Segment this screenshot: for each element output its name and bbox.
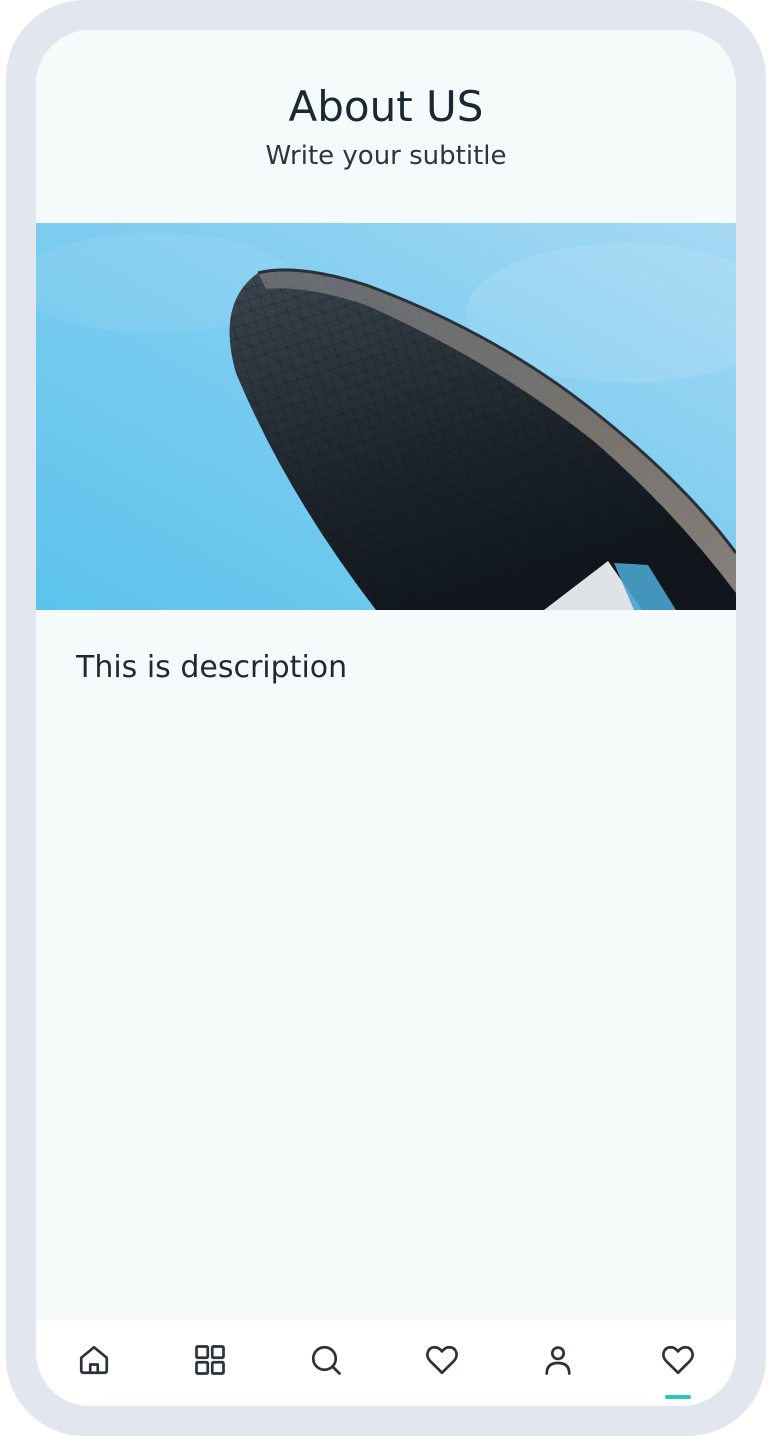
active-tab-indicator <box>665 1395 691 1399</box>
app-screen: About US Write your subtitle This is des… <box>36 30 736 1406</box>
nav-favorites[interactable] <box>384 1320 500 1406</box>
user-icon <box>545 1346 571 1375</box>
hero-image <box>36 223 736 610</box>
nav-profile[interactable] <box>500 1320 616 1406</box>
page-title: About US <box>288 82 484 131</box>
description-text: This is description <box>76 650 348 685</box>
page-header: About US Write your subtitle <box>36 30 736 223</box>
nav-about[interactable] <box>620 1320 736 1406</box>
grid-icon <box>195 1345 225 1375</box>
heart-icon <box>425 1345 459 1375</box>
nav-categories[interactable] <box>152 1320 268 1406</box>
nav-home[interactable] <box>36 1320 152 1406</box>
phone-frame: About US Write your subtitle This is des… <box>6 0 766 1436</box>
nav-search[interactable] <box>268 1320 384 1406</box>
page-subtitle: Write your subtitle <box>265 141 507 171</box>
search-icon <box>311 1345 341 1375</box>
heart-icon <box>661 1345 695 1375</box>
home-icon <box>79 1345 109 1375</box>
bottom-navigation <box>36 1320 736 1406</box>
